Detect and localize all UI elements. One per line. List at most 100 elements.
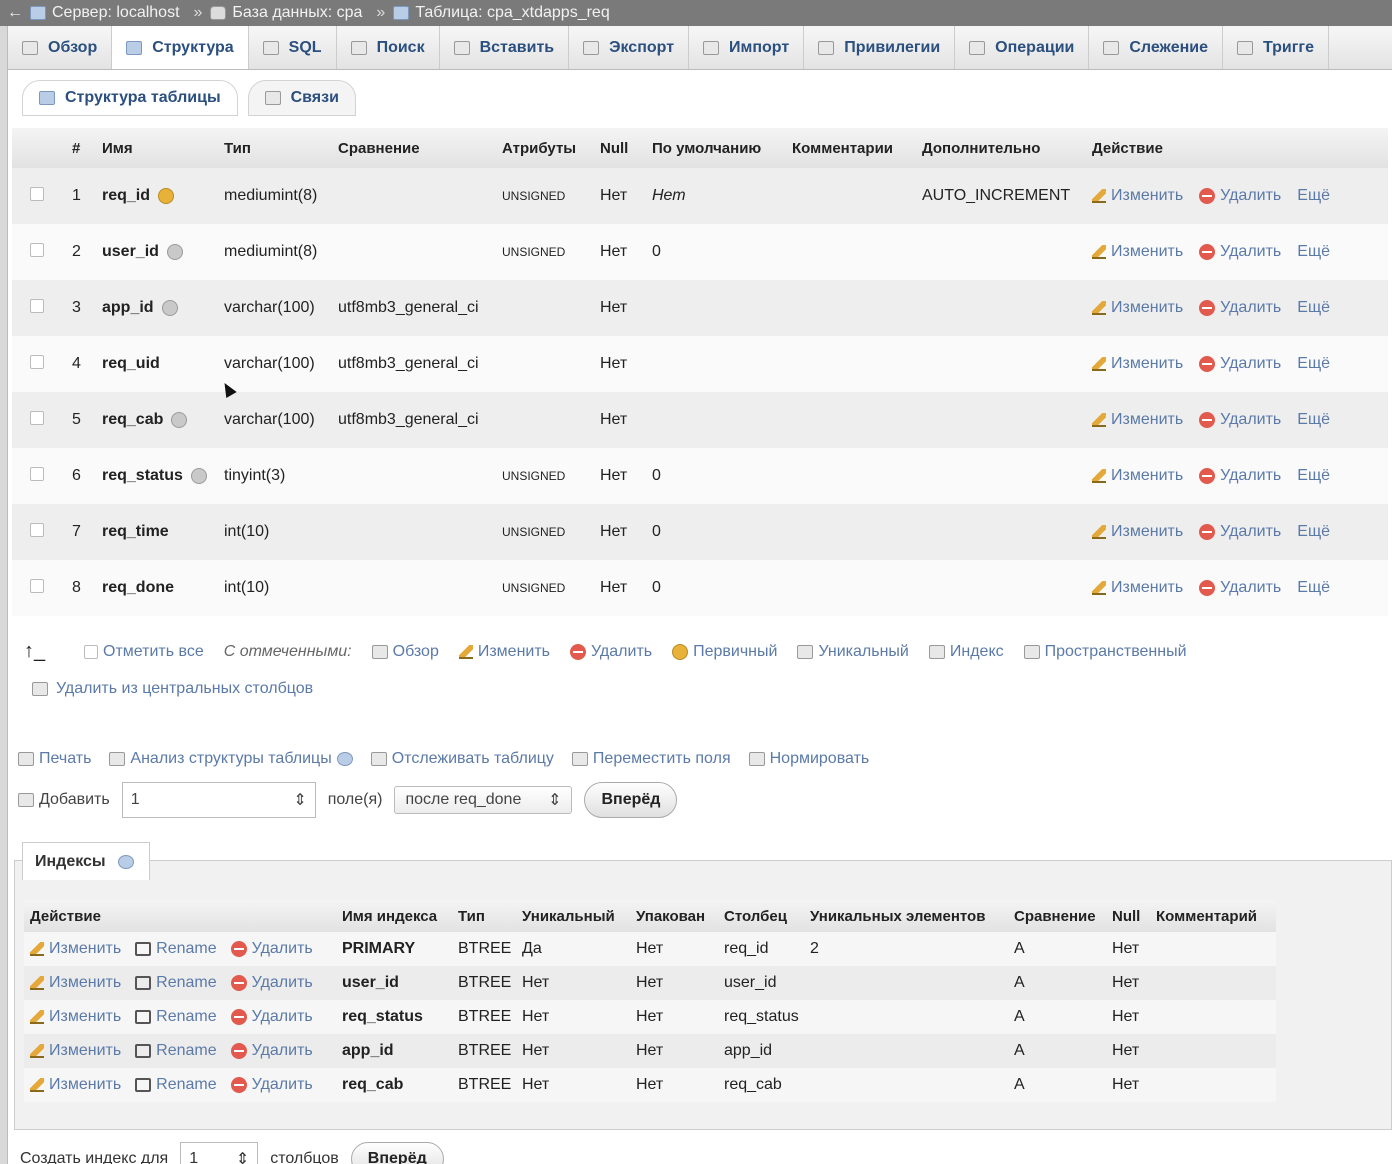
edit-button[interactable]: Изменить: [1092, 523, 1183, 541]
print-button[interactable]: Печать: [18, 750, 91, 768]
bulk-edit-button[interactable]: Изменить: [458, 643, 550, 661]
create-index-count-input[interactable]: 1 ⇕: [180, 1142, 259, 1164]
bulk-index-button[interactable]: Индекс: [928, 643, 1004, 661]
tab-insert[interactable]: Вставить: [440, 26, 570, 69]
add-columns-go-button[interactable]: Вперёд: [584, 782, 678, 818]
header-attributes[interactable]: Атрибуты: [502, 140, 600, 157]
delete-button[interactable]: Удалить: [1199, 523, 1281, 541]
index-delete-button[interactable]: Удалить: [230, 1008, 313, 1026]
normalize-button[interactable]: Нормировать: [748, 750, 869, 768]
index-edit-button[interactable]: Изменить: [30, 1008, 121, 1026]
index-edit-button[interactable]: Изменить: [30, 1076, 121, 1094]
tab-search[interactable]: Поиск: [337, 26, 440, 69]
main-tabs: Обзор Структура SQL Поиск Вставить Экспо…: [8, 26, 1392, 70]
header-default[interactable]: По умолчанию: [652, 140, 792, 157]
row-checkbox[interactable]: [30, 466, 44, 481]
subtab-table-structure[interactable]: Структура таблицы: [22, 80, 238, 116]
header-extra[interactable]: Дополнительно: [922, 140, 1092, 157]
index-delete-button[interactable]: Удалить: [230, 940, 313, 958]
index-edit-button[interactable]: Изменить: [30, 1042, 121, 1060]
tab-privileges[interactable]: Привилегии: [804, 26, 956, 69]
edit-button[interactable]: Изменить: [1092, 187, 1183, 205]
tab-triggers[interactable]: Тригге: [1223, 26, 1329, 69]
bulk-browse-button[interactable]: Обзор: [371, 643, 439, 661]
index-delete-button[interactable]: Удалить: [230, 1076, 313, 1094]
add-position-select[interactable]: после req_done ⇕: [394, 786, 573, 814]
index-rename-button[interactable]: Rename: [135, 1042, 217, 1060]
more-button[interactable]: Ещё: [1297, 355, 1330, 373]
delete-button[interactable]: Удалить: [1199, 467, 1281, 485]
index-delete-button[interactable]: Удалить: [230, 1042, 313, 1060]
delete-button[interactable]: Удалить: [1199, 579, 1281, 597]
help-icon[interactable]: [336, 752, 353, 766]
more-button[interactable]: Ещё: [1297, 411, 1330, 429]
index-rename-button[interactable]: Rename: [135, 940, 217, 958]
bulk-unique-button[interactable]: Уникальный: [797, 643, 909, 661]
more-button[interactable]: Ещё: [1297, 579, 1330, 597]
bulk-spatial-button[interactable]: Пространственный: [1023, 643, 1187, 661]
header-null[interactable]: Null: [600, 140, 652, 157]
delete-button[interactable]: Удалить: [1199, 187, 1281, 205]
bulk-delete-button[interactable]: Удалить: [570, 643, 652, 661]
breadcrumb-database[interactable]: База данных: cpa: [210, 4, 362, 22]
more-button[interactable]: Ещё: [1297, 243, 1330, 261]
more-button[interactable]: Ещё: [1297, 523, 1330, 541]
edit-button[interactable]: Изменить: [1092, 579, 1183, 597]
analyze-structure-button[interactable]: Анализ структуры таблицы: [109, 750, 353, 768]
tab-operations[interactable]: Операции: [955, 26, 1090, 69]
create-index-go-button[interactable]: Вперёд: [350, 1142, 444, 1164]
check-all[interactable]: Отметить все: [84, 643, 204, 661]
row-checkbox[interactable]: [30, 186, 44, 201]
row-checkbox[interactable]: [30, 522, 44, 537]
remove-central-columns-button[interactable]: Удалить из центральных столбцов: [32, 680, 313, 698]
edit-button[interactable]: Изменить: [1092, 467, 1183, 485]
add-columns-count-input[interactable]: 1 ⇕: [121, 782, 316, 818]
column-null: Нет: [600, 579, 628, 596]
index-edit-button[interactable]: Изменить: [30, 940, 121, 958]
move-columns-button[interactable]: Переместить поля: [571, 750, 731, 768]
tab-export[interactable]: Экспорт: [569, 26, 690, 69]
edit-button[interactable]: Изменить: [1092, 299, 1183, 317]
stepper-icon[interactable]: ⇕: [236, 1149, 249, 1164]
help-icon[interactable]: [117, 854, 134, 869]
row-checkbox[interactable]: [30, 298, 44, 313]
header-num[interactable]: #: [64, 140, 102, 157]
header-type[interactable]: Тип: [224, 140, 338, 157]
more-button[interactable]: Ещё: [1297, 467, 1330, 485]
tab-tracking[interactable]: Слежение: [1089, 26, 1223, 69]
check-all-checkbox[interactable]: [84, 644, 98, 659]
breadcrumb-table[interactable]: Таблица: cpa_xtdapps_req: [393, 4, 610, 22]
index-type: BTREE: [458, 940, 512, 957]
tab-import[interactable]: Импорт: [689, 26, 805, 69]
track-table-button[interactable]: Отслеживать таблицу: [370, 750, 554, 768]
index-rename-button[interactable]: Rename: [135, 1008, 217, 1026]
tab-browse[interactable]: Обзор: [8, 26, 113, 69]
index-edit-button[interactable]: Изменить: [30, 974, 121, 992]
stepper-icon[interactable]: ⇕: [293, 790, 306, 810]
more-button[interactable]: Ещё: [1297, 299, 1330, 317]
edit-button[interactable]: Изменить: [1092, 243, 1183, 261]
breadcrumb-server[interactable]: Сервер: localhost: [30, 4, 180, 22]
edit-button[interactable]: Изменить: [1092, 355, 1183, 373]
tab-sql[interactable]: SQL: [249, 26, 337, 69]
index-rename-button[interactable]: Rename: [135, 974, 217, 992]
delete-button[interactable]: Удалить: [1199, 299, 1281, 317]
more-button[interactable]: Ещё: [1297, 187, 1330, 205]
header-name[interactable]: Имя: [102, 140, 224, 157]
delete-button[interactable]: Удалить: [1199, 355, 1281, 373]
index-rename-button[interactable]: Rename: [135, 1076, 217, 1094]
delete-button[interactable]: Удалить: [1199, 243, 1281, 261]
bulk-primary-button[interactable]: Первичный: [672, 643, 777, 661]
subtab-relations[interactable]: Связи: [247, 80, 356, 116]
row-checkbox[interactable]: [30, 410, 44, 425]
index-delete-button[interactable]: Удалить: [230, 974, 313, 992]
row-checkbox[interactable]: [30, 242, 44, 257]
delete-button[interactable]: Удалить: [1199, 411, 1281, 429]
back-arrow-icon[interactable]: ←: [0, 4, 30, 22]
header-comments[interactable]: Комментарии: [792, 140, 922, 157]
edit-button[interactable]: Изменить: [1092, 411, 1183, 429]
header-collation[interactable]: Сравнение: [338, 140, 502, 157]
row-checkbox[interactable]: [30, 578, 44, 593]
row-checkbox[interactable]: [30, 354, 44, 369]
tab-structure[interactable]: Структура: [112, 26, 249, 69]
